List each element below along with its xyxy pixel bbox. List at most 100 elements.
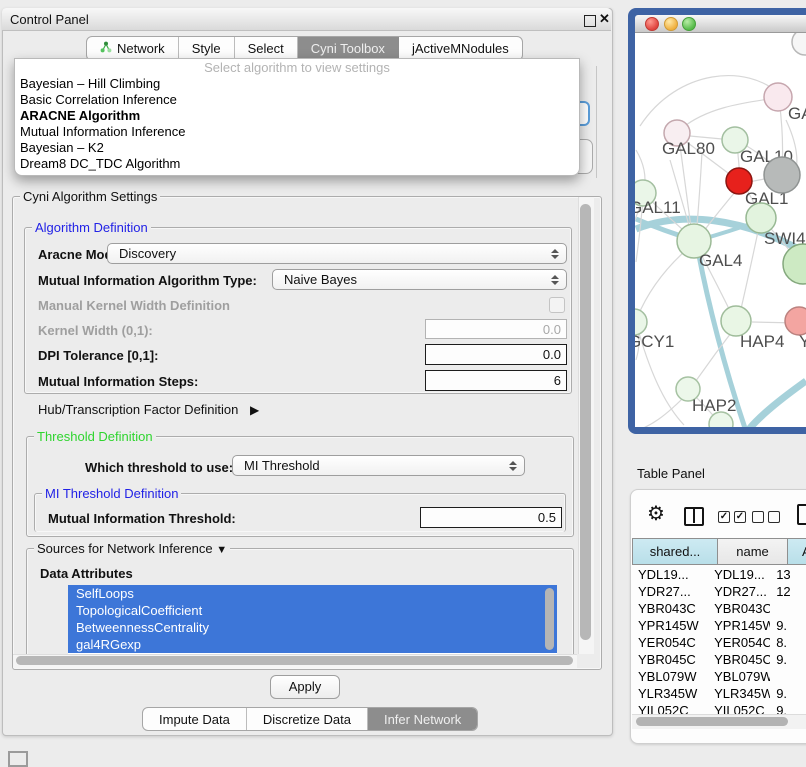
data-attribute-item[interactable]: SelfLoops — [68, 585, 557, 602]
kernel-width-field[interactable]: 0.0 — [425, 319, 567, 339]
data-attribute-item[interactable]: gal4RGexp — [68, 636, 557, 653]
tab-label: Discretize Data — [263, 712, 351, 727]
mi-type-select[interactable]: Naive Bayes — [272, 269, 567, 290]
table-row[interactable]: YBR045CYBR045C9. — [632, 651, 806, 668]
attributes-scrollbar-thumb[interactable] — [545, 588, 554, 650]
float-window-icon[interactable] — [584, 15, 596, 27]
table-row[interactable]: YDL19...YDL19...13 — [632, 566, 806, 583]
tab-style[interactable]: Style — [179, 37, 235, 60]
aracne-mode-select[interactable]: Discovery — [107, 243, 567, 264]
mi-steps-field[interactable]: 6 — [425, 370, 567, 391]
network-node[interactable] — [785, 307, 806, 335]
network-node-label: HAP4 — [740, 332, 784, 351]
hidden-combo-sliver — [578, 139, 593, 174]
table-cell — [770, 600, 806, 617]
mi-type-label: Mutual Information Algorithm Type: — [38, 273, 257, 288]
dpi-tolerance-label: DPI Tolerance [0,1]: — [38, 348, 158, 363]
tab-impute-data[interactable]: Impute Data — [143, 708, 247, 730]
algorithm-option[interactable]: Mutual Information Inference — [15, 124, 579, 140]
bottom-tabbar: Impute Data Discretize Data Infer Networ… — [142, 707, 478, 731]
tab-label: Select — [248, 41, 284, 56]
which-threshold-select[interactable]: MI Threshold — [232, 455, 525, 476]
dpi-tolerance-field[interactable]: 0.0 — [425, 344, 567, 365]
zoom-traffic-light-icon[interactable] — [682, 17, 696, 31]
minimized-window-icon[interactable] — [8, 751, 28, 767]
table-cell: YPR145W — [708, 617, 770, 634]
table-panel-title: Table Panel — [637, 466, 705, 481]
settings-horizontal-scrollbar-thumb[interactable] — [16, 656, 573, 665]
network-window-titlebar — [635, 15, 806, 33]
sources-expander[interactable]: Sources for Network Inference ▼ — [34, 542, 230, 557]
algorithm-option[interactable]: ARACNE Algorithm — [15, 108, 579, 124]
mi-threshold-field[interactable]: 0.5 — [420, 507, 562, 528]
table-horizontal-scrollbar-thumb[interactable] — [636, 717, 788, 726]
tab-infer-network[interactable]: Infer Network — [368, 708, 477, 730]
show-columns-icon[interactable] — [684, 507, 704, 526]
network-node[interactable] — [764, 157, 800, 193]
tab-select[interactable]: Select — [235, 37, 298, 60]
algorithm-definition-title: Algorithm Definition — [32, 221, 151, 234]
table-row[interactable]: YIL052CYIL052C9. — [632, 702, 806, 714]
select-all-check-icon[interactable]: ✓ — [718, 511, 730, 523]
column-header-name[interactable]: name — [718, 538, 788, 565]
minimize-traffic-light-icon[interactable] — [664, 17, 678, 31]
algorithm-option[interactable]: Dream8 DC_TDC Algorithm — [15, 156, 579, 172]
mi-threshold-label: Mutual Information Threshold: — [48, 511, 236, 526]
algorithm-option[interactable]: Bayesian – Hill Climbing — [15, 76, 579, 92]
table-cell: YBL079W — [708, 668, 770, 685]
tab-network[interactable]: Network — [87, 37, 179, 60]
hub-definition-expander[interactable]: Hub/Transcription Factor Definition ▶ — [38, 402, 259, 417]
tab-label: Impute Data — [159, 712, 230, 727]
algorithm-option[interactable]: Bayesian – K2 — [15, 140, 579, 156]
table-row[interactable]: YER054CYER054C8. — [632, 634, 806, 651]
hub-definition-label: Hub/Transcription Factor Definition — [38, 402, 238, 417]
threshold-definition-title: Threshold Definition — [34, 430, 156, 443]
apply-button[interactable]: Apply — [270, 675, 340, 699]
data-attribute-item[interactable]: TopologicalCoefficient — [68, 602, 557, 619]
table-cell: YBL079W — [632, 668, 708, 685]
document-icon[interactable] — [797, 504, 806, 525]
algorithm-option[interactable]: Basic Correlation Inference — [15, 92, 579, 108]
table-cell: 9. — [770, 685, 806, 702]
tab-jactivemnodules[interactable]: jActiveMNodules — [399, 37, 522, 60]
expander-down-arrow-icon: ▼ — [216, 544, 227, 556]
network-canvas[interactable]: GALGAL80GAL10GAL1GAL11SWI4GAL4GCY1HAP4YH… — [635, 33, 806, 427]
data-attribute-item[interactable]: BetweennessCentrality — [68, 619, 557, 636]
manual-kernel-checkbox[interactable] — [549, 297, 565, 313]
deselect-all-box-icon[interactable] — [752, 511, 764, 523]
table-row[interactable]: YPR145WYPR145W9. — [632, 617, 806, 634]
hidden-groupbox-edge — [596, 66, 597, 178]
table-row[interactable]: YBR043CYBR043C — [632, 600, 806, 617]
settings-vertical-scrollbar-thumb[interactable] — [580, 204, 591, 640]
spinner-arrows-icon — [551, 275, 559, 285]
data-attributes-label: Data Attributes — [40, 566, 133, 581]
table-row[interactable]: YDR27...YDR27...12 — [632, 583, 806, 600]
close-traffic-light-icon[interactable] — [645, 17, 659, 31]
gear-icon[interactable]: ⚙ — [647, 504, 665, 524]
network-node-label: GCY1 — [635, 332, 674, 351]
network-node-label: Y — [799, 332, 806, 351]
tab-cyni-toolbox[interactable]: Cyni Toolbox — [298, 37, 399, 60]
spinner-arrows-icon — [551, 249, 559, 259]
network-node[interactable] — [792, 33, 806, 55]
table-row[interactable]: YBL079WYBL079W — [632, 668, 806, 685]
table-cell: 12 — [770, 583, 806, 600]
select-all-check-icon[interactable]: ✓ — [734, 511, 746, 523]
sources-title: Sources for Network Inference — [37, 541, 213, 556]
table-cell: YDR27... — [708, 583, 770, 600]
spinner-arrows-icon — [509, 461, 517, 471]
network-node[interactable] — [783, 244, 806, 284]
kernel-width-label: Kernel Width (0,1): — [38, 323, 153, 338]
column-header-partial[interactable]: A — [788, 538, 806, 565]
algorithm-dropdown-popup: Select algorithm to view settings Bayesi… — [14, 58, 580, 176]
column-header-shared[interactable]: shared... — [632, 538, 718, 565]
dropdown-placeholder: Select algorithm to view settings — [15, 59, 579, 76]
table-row[interactable]: YLR345WYLR345W9. — [632, 685, 806, 702]
expander-right-arrow-icon: ▶ — [250, 403, 259, 417]
table-header-row: shared... name A — [632, 538, 806, 565]
close-icon[interactable]: ✕ — [599, 11, 610, 27]
deselect-all-box-icon[interactable] — [768, 511, 780, 523]
tab-discretize-data[interactable]: Discretize Data — [247, 708, 368, 730]
which-threshold-label: Which threshold to use: — [85, 460, 233, 475]
aracne-mode-value: Discovery — [119, 246, 176, 261]
